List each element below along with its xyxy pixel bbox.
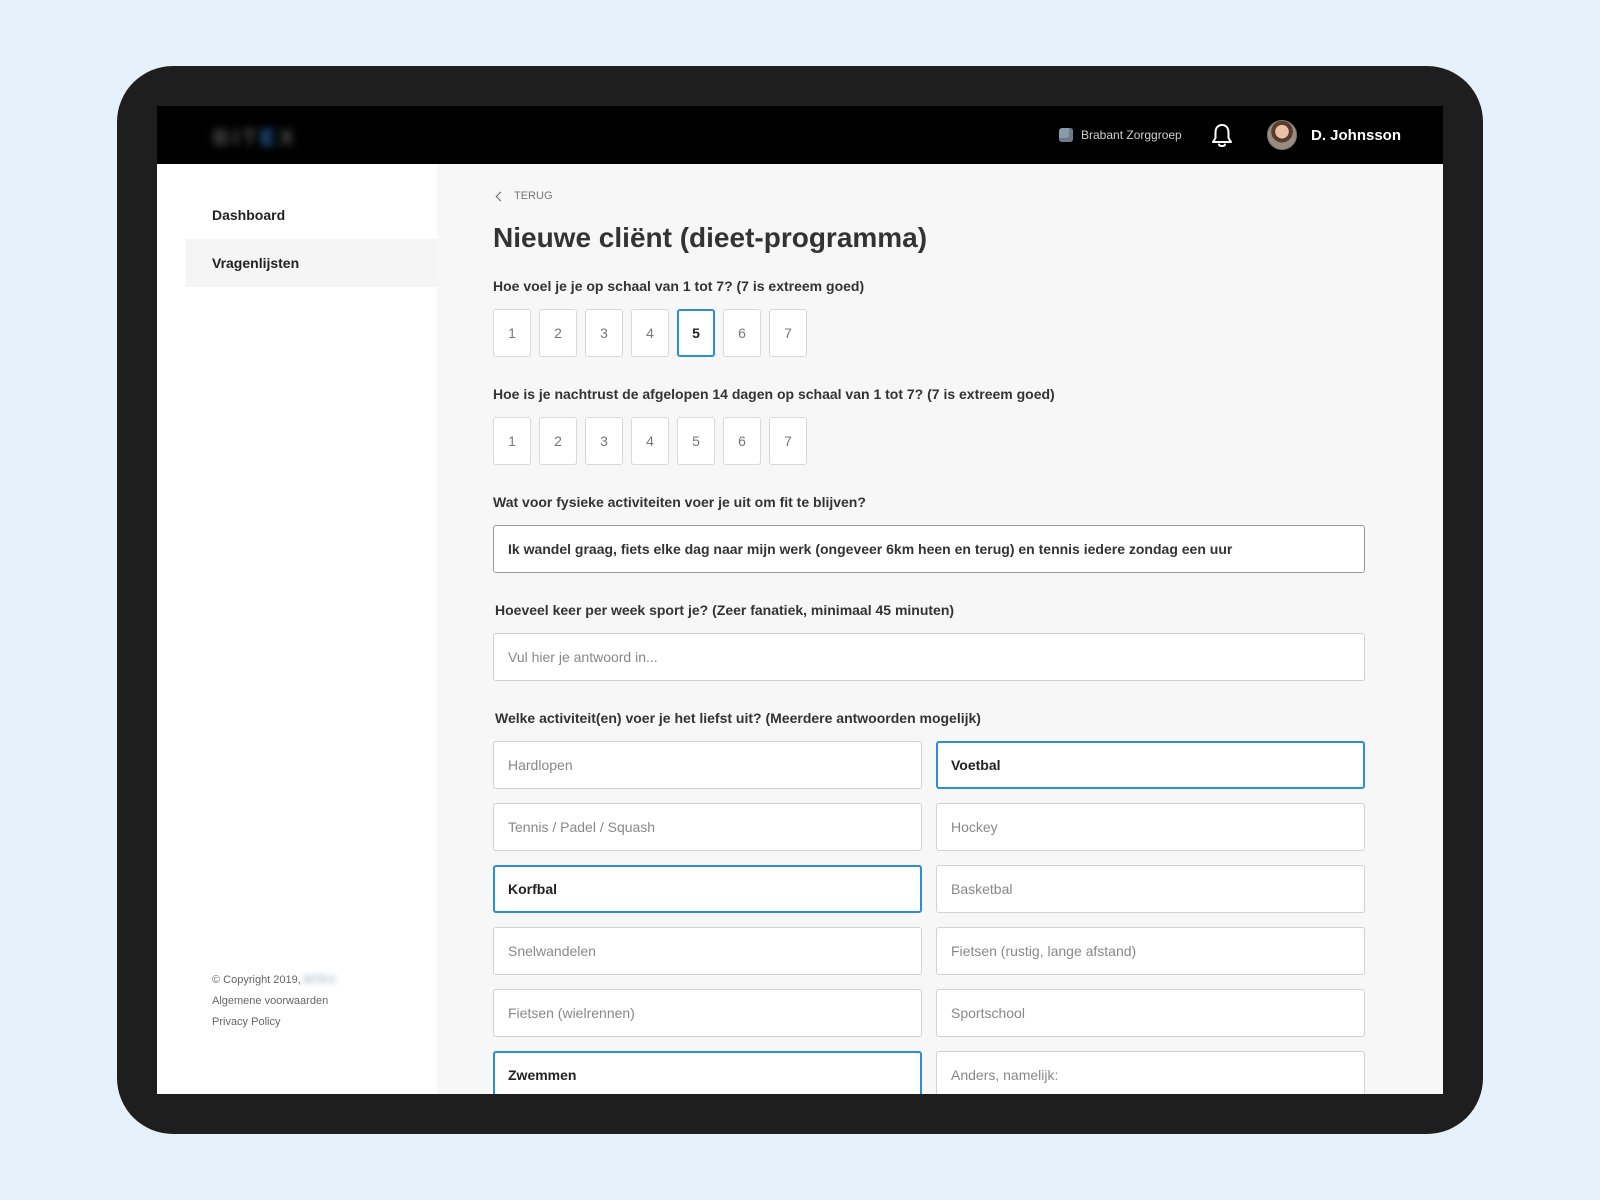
scale-option-4[interactable]: 4 xyxy=(631,417,669,465)
question-2-scale: 1 2 3 4 5 6 7 xyxy=(493,417,807,465)
scale-option-2[interactable]: 2 xyxy=(539,417,577,465)
question-1-label: Hoe voel je je op schaal van 1 tot 7? (7… xyxy=(493,278,865,294)
sport-frequency-placeholder: Vul hier je antwoord in... xyxy=(508,649,658,665)
top-bar: BITEX Brabant Zorggroep D. Johnsson xyxy=(157,106,1443,164)
copyright-text: © Copyright 2019, xyxy=(212,974,301,986)
option-basketbal[interactable]: Basketbal xyxy=(936,865,1365,913)
back-link[interactable]: TERUG xyxy=(495,190,553,202)
tablet-frame: BITEX Brabant Zorggroep D. Johnsson Dash… xyxy=(117,66,1483,1134)
sidebar-item-vragenlijsten[interactable]: Vragenlijsten xyxy=(186,239,437,287)
sidebar-footer: © Copyright 2019, BITEX Algemene voorwaa… xyxy=(212,970,336,1033)
scale-option-6[interactable]: 6 xyxy=(723,417,761,465)
scale-option-7[interactable]: 7 xyxy=(769,417,807,465)
organization-icon xyxy=(1059,128,1073,142)
main-content: TERUG Nieuwe cliënt (dieet-programma) Ho… xyxy=(437,164,1443,1094)
page-title: Nieuwe cliënt (dieet-programma) xyxy=(493,222,928,253)
back-label: TERUG xyxy=(514,190,553,202)
option-tennis-padel-squash[interactable]: Tennis / Padel / Squash xyxy=(493,803,922,851)
activities-input-value: Ik wandel graag, fiets elke dag naar mij… xyxy=(508,541,1233,557)
chevron-left-icon xyxy=(495,191,506,201)
sidebar-item-dashboard[interactable]: Dashboard xyxy=(186,191,437,239)
terms-link[interactable]: Algemene voorwaarden xyxy=(212,991,336,1012)
privacy-link[interactable]: Privacy Policy xyxy=(212,1012,336,1033)
scale-option-7[interactable]: 7 xyxy=(769,309,807,357)
user-name: D. Johnsson xyxy=(1311,126,1402,144)
scale-option-2[interactable]: 2 xyxy=(539,309,577,357)
activities-input[interactable]: Ik wandel graag, fiets elke dag naar mij… xyxy=(493,525,1365,573)
scale-option-4[interactable]: 4 xyxy=(631,309,669,357)
option-fietsen-wielrennen[interactable]: Fietsen (wielrennen) xyxy=(493,989,922,1037)
option-zwemmen[interactable]: Zwemmen xyxy=(493,1051,922,1094)
option-korfbal[interactable]: Korfbal xyxy=(493,865,922,913)
sport-frequency-input[interactable]: Vul hier je antwoord in... xyxy=(493,633,1365,681)
sidebar: Dashboard Vragenlijsten © Copyright 2019… xyxy=(157,164,437,1094)
organization-name: Brabant Zorggroep xyxy=(1081,128,1182,142)
app-screen: BITEX Brabant Zorggroep D. Johnsson Dash… xyxy=(157,106,1443,1094)
option-hockey[interactable]: Hockey xyxy=(936,803,1365,851)
sidebar-item-label: Vragenlijsten xyxy=(212,255,300,271)
question-5-label: Welke activiteit(en) voer je het liefst … xyxy=(495,710,981,726)
scale-option-1[interactable]: 1 xyxy=(493,309,531,357)
scale-option-1[interactable]: 1 xyxy=(493,417,531,465)
scale-option-5[interactable]: 5 xyxy=(677,417,715,465)
question-1-scale: 1 2 3 4 5 6 7 xyxy=(493,309,807,357)
option-sportschool[interactable]: Sportschool xyxy=(936,989,1365,1037)
option-snelwandelen[interactable]: Snelwandelen xyxy=(493,927,922,975)
scale-option-3[interactable]: 3 xyxy=(585,309,623,357)
question-4-label: Hoeveel keer per week sport je? (Zeer fa… xyxy=(495,602,955,618)
option-fietsen-rustig[interactable]: Fietsen (rustig, lange afstand) xyxy=(936,927,1365,975)
brand-logo[interactable]: BITEX xyxy=(213,125,298,151)
question-2-label: Hoe is je nachtrust de afgelopen 14 dage… xyxy=(493,386,1055,402)
sidebar-item-label: Dashboard xyxy=(212,207,286,223)
organization-switcher[interactable]: Brabant Zorggroep xyxy=(1059,106,1182,164)
option-voetbal[interactable]: Voetbal xyxy=(936,741,1365,789)
option-hardlopen[interactable]: Hardlopen xyxy=(493,741,922,789)
option-anders[interactable]: Anders, namelijk: xyxy=(936,1051,1365,1094)
question-3-label: Wat voor fysieke activiteiten voer je ui… xyxy=(493,494,866,510)
scale-option-5[interactable]: 5 xyxy=(677,309,715,357)
bell-icon[interactable] xyxy=(1210,123,1234,149)
avatar xyxy=(1267,120,1297,150)
scale-option-6[interactable]: 6 xyxy=(723,309,761,357)
scale-option-3[interactable]: 3 xyxy=(585,417,623,465)
copyright-company: BITEX xyxy=(303,974,336,986)
user-menu[interactable]: D. Johnsson xyxy=(1267,106,1401,164)
